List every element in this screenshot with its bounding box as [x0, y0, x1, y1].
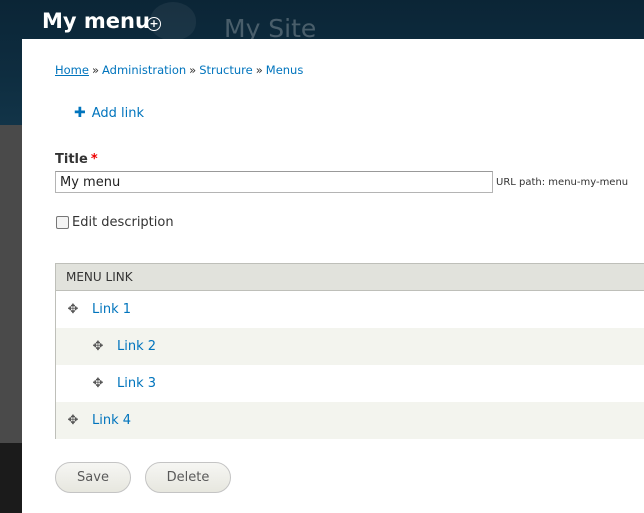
- edit-description-toggle[interactable]: Edit description: [56, 215, 174, 230]
- table-row: ✥ Link 1: [56, 291, 644, 328]
- delete-button[interactable]: Delete: [145, 462, 231, 493]
- menu-links-table: MENU LINK ✥ Link 1 ✥ Link 2 ✥ Link 3 ✥ L…: [55, 263, 644, 439]
- save-button[interactable]: Save: [55, 462, 131, 493]
- table-header-menu-link: MENU LINK: [56, 264, 644, 291]
- plus-icon: ✚: [74, 105, 86, 121]
- title-input[interactable]: [55, 171, 493, 193]
- breadcrumb: Home» Administration» Structure» Menus: [55, 63, 303, 77]
- drag-handle-icon[interactable]: ✥: [91, 376, 105, 391]
- title-field-label: Title *: [55, 152, 98, 167]
- menu-link[interactable]: Link 1: [92, 302, 131, 317]
- table-row: ✥ Link 2: [56, 328, 644, 365]
- add-shortcut-icon[interactable]: +: [147, 17, 161, 31]
- breadcrumb-structure[interactable]: Structure: [199, 63, 253, 77]
- add-link-label: Add link: [91, 105, 145, 121]
- title-label-text: Title: [55, 152, 88, 167]
- overlay-content: Home» Administration» Structure» Menus ✚ Ad…: [22, 39, 644, 513]
- overlay-title: My menu: [42, 9, 150, 33]
- breadcrumb-separator: »: [189, 63, 197, 77]
- menu-link[interactable]: Link 4: [92, 413, 131, 428]
- drag-handle-icon[interactable]: ✥: [91, 339, 105, 354]
- add-link-action[interactable]: ✚ Add link: [74, 105, 144, 121]
- drag-handle-icon[interactable]: ✥: [66, 302, 80, 317]
- drag-handle-icon[interactable]: ✥: [66, 413, 80, 428]
- breadcrumb-menus[interactable]: Menus: [266, 63, 304, 77]
- menu-link[interactable]: Link 3: [117, 376, 156, 391]
- edit-description-label: Edit description: [72, 215, 174, 230]
- breadcrumb-administration[interactable]: Administration: [102, 63, 186, 77]
- table-row: ✥ Link 4: [56, 402, 644, 439]
- edit-description-checkbox[interactable]: [56, 216, 69, 229]
- machine-name-url-path: URL path: menu-my-menu: [496, 177, 629, 188]
- breadcrumb-home[interactable]: Home: [55, 63, 89, 77]
- breadcrumb-separator: »: [91, 63, 100, 77]
- breadcrumb-separator: »: [255, 63, 263, 77]
- table-row: ✥ Link 3: [56, 365, 644, 402]
- menu-link[interactable]: Link 2: [117, 339, 156, 354]
- required-marker: *: [90, 152, 98, 167]
